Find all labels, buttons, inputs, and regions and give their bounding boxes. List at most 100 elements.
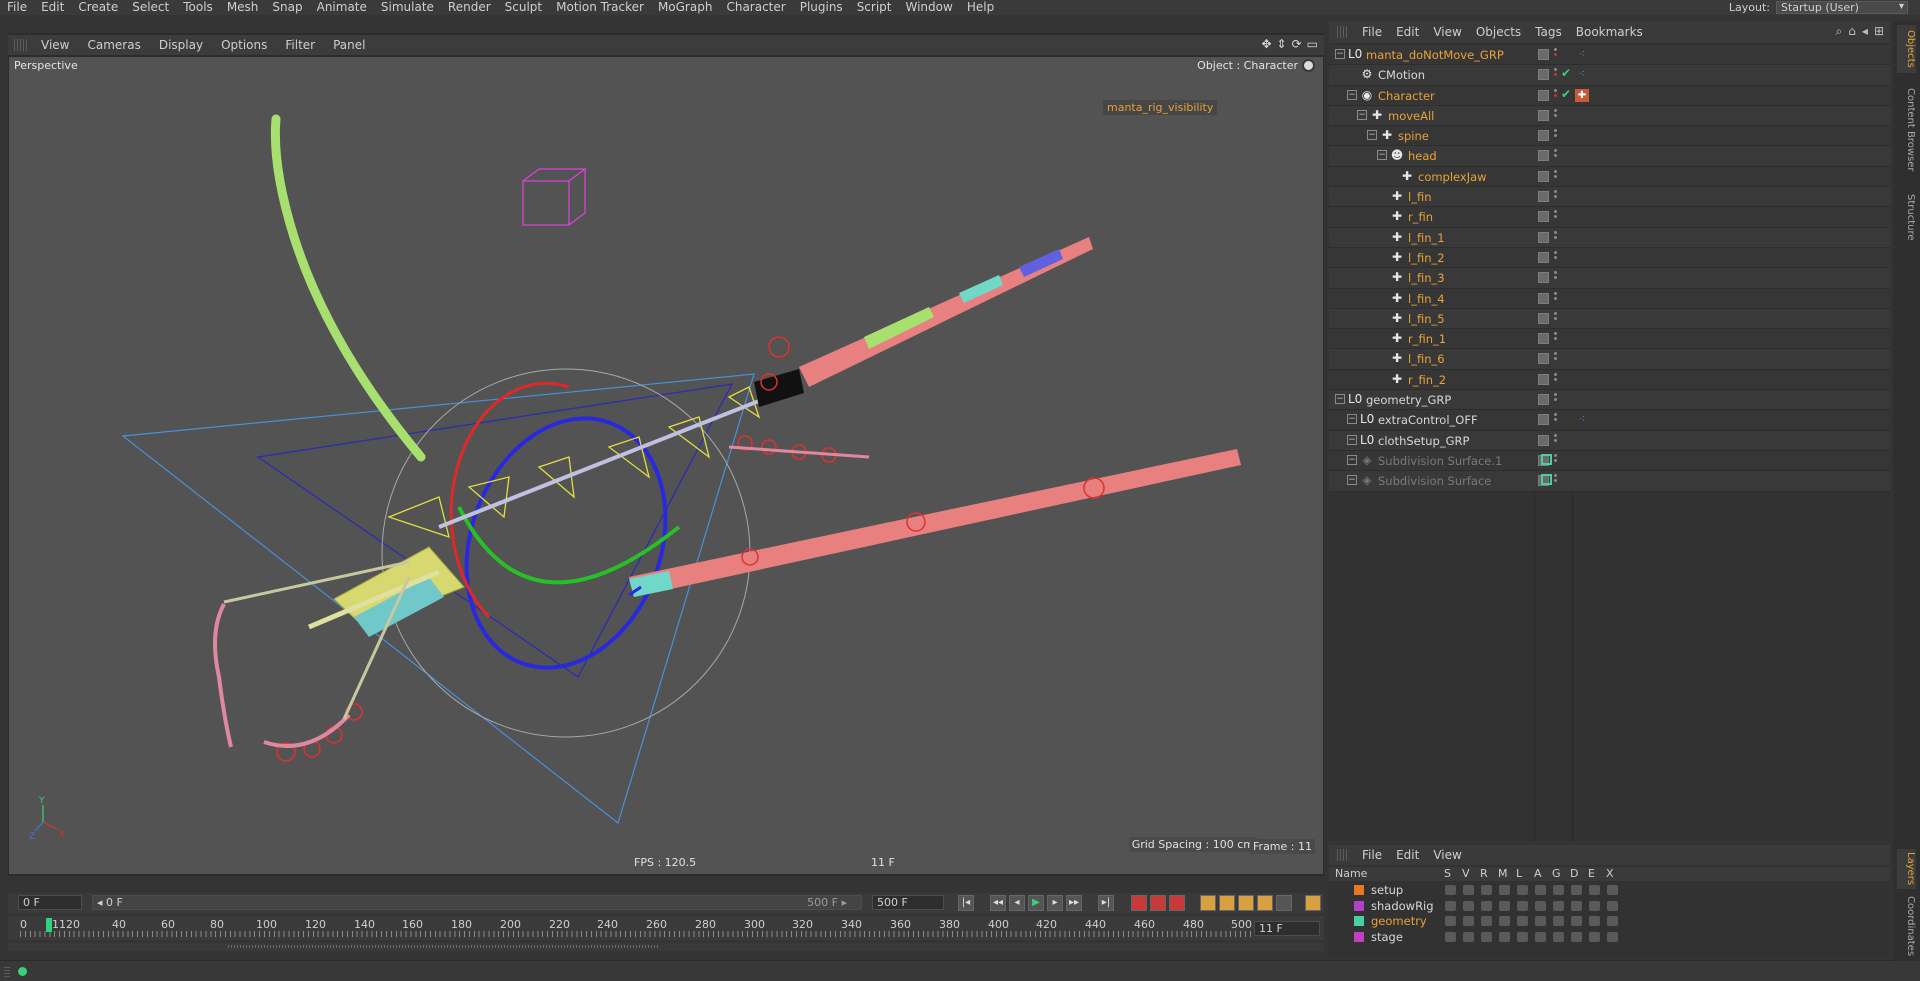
editor-render-dots-icon[interactable] — [1554, 352, 1558, 365]
panel-grip-icon[interactable] — [1337, 26, 1349, 38]
layer-flag-icon[interactable] — [1571, 916, 1582, 926]
layer-flag-icon[interactable] — [1553, 931, 1564, 942]
expand-toggle-icon[interactable]: − — [1335, 49, 1345, 59]
layer-flag-icon[interactable] — [1445, 885, 1456, 895]
tag-icon[interactable]: ⁖ — [1575, 68, 1589, 81]
layer-flag-icon[interactable] — [1571, 885, 1582, 895]
editor-render-dots-icon[interactable] — [1554, 190, 1558, 203]
layer-swatch[interactable] — [1354, 885, 1364, 895]
layer-flag-icon[interactable] — [1607, 900, 1618, 911]
maximize-view-icon[interactable]: ▭ — [1307, 37, 1318, 51]
menu-plugins[interactable]: Plugins — [793, 0, 850, 15]
layer-flag-icon[interactable] — [1481, 931, 1492, 942]
object-row[interactable]: − L0 extraControl_OFF ⁖ — [1329, 410, 1890, 431]
record-key-icon[interactable] — [1131, 895, 1147, 911]
dolly-view-icon[interactable]: ⇕ — [1277, 37, 1287, 51]
layer-visibility-icon[interactable] — [1538, 434, 1549, 446]
om-menu-view[interactable]: View — [1426, 25, 1468, 39]
menu-script[interactable]: Script — [850, 0, 899, 15]
menu-mograph[interactable]: MoGraph — [651, 0, 720, 15]
menu-edit[interactable]: Edit — [34, 0, 71, 15]
tag-icon[interactable]: ⁖ — [1575, 413, 1589, 426]
object-row[interactable]: ✚ l_fin_2 — [1329, 247, 1890, 269]
layer-visibility-icon[interactable] — [1538, 89, 1549, 101]
tag-icon[interactable]: ⁖ — [1575, 48, 1589, 61]
menu-tools[interactable]: Tools — [176, 0, 220, 15]
editor-render-dots-icon[interactable] — [1554, 453, 1558, 467]
layer-flag-icon[interactable] — [1481, 885, 1492, 895]
object-row[interactable]: ✚ l_fin_6 — [1329, 349, 1890, 370]
layer-flag-icon[interactable] — [1535, 931, 1546, 942]
next-key-button[interactable]: ▸▸ — [1066, 895, 1082, 911]
layer-visibility-icon[interactable] — [1538, 130, 1549, 142]
key-parameter-icon[interactable] — [1257, 895, 1273, 911]
layer-flag-icon[interactable] — [1607, 916, 1618, 926]
editor-render-dots-icon[interactable] — [1554, 169, 1558, 183]
editor-render-dots-icon[interactable] — [1554, 68, 1558, 81]
object-row[interactable]: ✚ r_fin_2 — [1329, 369, 1890, 391]
layer-visibility-icon[interactable] — [1538, 414, 1549, 426]
rotate-view-icon[interactable]: ⟳ — [1292, 37, 1302, 51]
layer-visibility-icon[interactable] — [1538, 251, 1549, 263]
prev-key-button[interactable]: ◂◂ — [990, 895, 1006, 911]
layer-flag-icon[interactable] — [1535, 900, 1546, 911]
expand-toggle-icon[interactable]: − — [1347, 434, 1357, 445]
panel-grip-icon[interactable] — [14, 39, 28, 51]
viewport-menu-filter[interactable]: Filter — [276, 38, 324, 52]
object-row[interactable]: ✚ l_fin_5 — [1329, 308, 1890, 330]
om-menu-bookmarks[interactable]: Bookmarks — [1569, 25, 1650, 39]
expand-toggle-icon[interactable]: − — [1335, 394, 1345, 405]
character-tag-icon[interactable]: ✚ — [1575, 88, 1589, 102]
viewport-menu-display[interactable]: Display — [150, 38, 212, 52]
layer-flag-icon[interactable] — [1499, 931, 1510, 942]
layer-flag-icon[interactable] — [1589, 931, 1600, 942]
object-row[interactable]: − L0 geometry_GRP — [1329, 390, 1890, 411]
layer-row[interactable]: stage — [1329, 930, 1890, 945]
key-rotation-icon[interactable] — [1238, 895, 1254, 911]
object-row[interactable]: − L0 manta_doNotMove_GRP ⁖ — [1329, 45, 1890, 66]
layer-visibility-icon[interactable] — [1538, 191, 1549, 203]
editor-render-dots-icon[interactable] — [1554, 108, 1558, 122]
layer-row[interactable]: setup — [1329, 883, 1890, 898]
autokey-icon[interactable] — [1150, 895, 1166, 911]
layer-flag-icon[interactable] — [1517, 900, 1528, 911]
object-row[interactable]: ✚ l_fin_4 — [1329, 288, 1890, 309]
editor-render-dots-icon[interactable] — [1554, 332, 1558, 345]
expand-toggle-icon[interactable]: − — [1347, 454, 1357, 465]
layer-visibility-icon[interactable] — [1538, 150, 1549, 162]
timeline-menu-icon[interactable] — [1305, 895, 1321, 911]
editor-render-dots-icon[interactable] — [1554, 311, 1558, 325]
layer-flag-icon[interactable] — [1499, 885, 1510, 895]
editor-render-dots-icon[interactable] — [1554, 210, 1558, 223]
layer-flag-icon[interactable] — [1589, 900, 1600, 911]
layer-visibility-icon[interactable] — [1538, 292, 1549, 304]
menu-snap[interactable]: Snap — [265, 0, 309, 15]
expand-toggle-icon[interactable]: − — [1357, 109, 1367, 120]
layer-row[interactable]: geometry — [1329, 914, 1890, 929]
key-scale-icon[interactable] — [1219, 895, 1235, 911]
layer-flag-icon[interactable] — [1445, 916, 1456, 926]
layer-flag-icon[interactable] — [1481, 900, 1492, 911]
layer-flag-icon[interactable] — [1445, 900, 1456, 911]
timeline-playhead[interactable] — [46, 918, 52, 932]
object-row[interactable]: − ✚ spine — [1329, 126, 1890, 147]
layer-visibility-icon[interactable] — [1538, 170, 1549, 182]
menu-simulate[interactable]: Simulate — [374, 0, 441, 15]
editor-render-dots-icon[interactable] — [1554, 149, 1558, 162]
object-row[interactable]: − ◈ Subdivision Surface.1 — [1329, 450, 1890, 472]
editor-render-dots-icon[interactable] — [1554, 372, 1558, 386]
layer-flag-icon[interactable] — [1517, 885, 1528, 895]
om-menu-edit[interactable]: Edit — [1389, 25, 1426, 39]
om-menu-objects[interactable]: Objects — [1469, 25, 1528, 39]
layer-flag-icon[interactable] — [1535, 885, 1546, 895]
menu-select[interactable]: Select — [125, 0, 176, 15]
object-row[interactable]: ✚ r_fin_1 — [1329, 329, 1890, 350]
menu-window[interactable]: Window — [899, 0, 960, 15]
menu-create[interactable]: Create — [71, 0, 125, 15]
object-row[interactable]: − ◈ Subdivision Surface — [1329, 471, 1890, 492]
layer-flag-icon[interactable] — [1571, 900, 1582, 911]
layer-visibility-icon[interactable] — [1538, 231, 1549, 243]
play-button[interactable]: ▶ — [1028, 895, 1044, 911]
menu-character[interactable]: Character — [719, 0, 792, 15]
object-row[interactable]: ✚ l_fin_3 — [1329, 268, 1890, 289]
